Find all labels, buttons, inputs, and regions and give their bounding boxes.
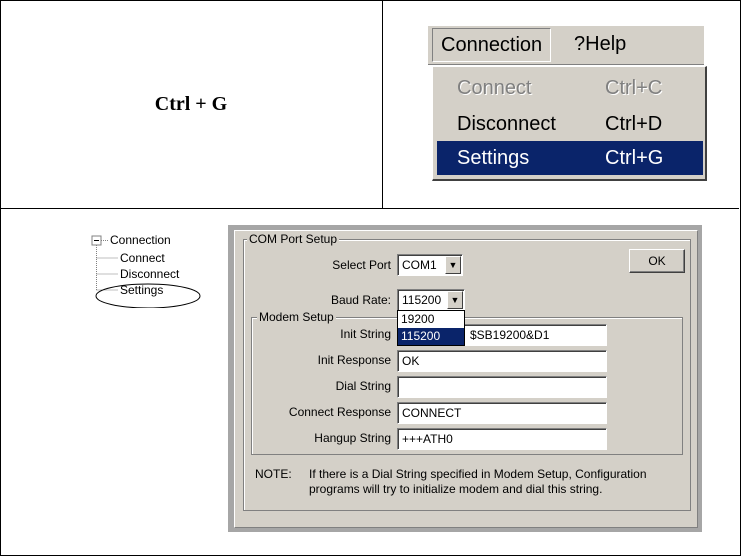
baud-rate-label: Baud Rate:	[330, 293, 391, 307]
dial-string-label: Dial String	[335, 379, 391, 393]
connection-dropdown: Connect Ctrl+C Disconnect Ctrl+D Setting…	[432, 66, 707, 181]
shortcut-label: Ctrl + G	[154, 92, 228, 115]
note-line-2: programs will try to initialize modem an…	[309, 482, 603, 496]
menu-item-label: Settings	[457, 147, 530, 169]
ok-button[interactable]: OK	[629, 249, 685, 273]
init-string-value: $SB19200&D1	[470, 328, 550, 342]
hangup-string-label: Hangup String	[314, 431, 391, 445]
tree-item-connect[interactable]: Connect	[120, 251, 165, 265]
init-response-label: Init Response	[317, 353, 391, 367]
menu-item-label: Connect	[457, 77, 532, 99]
note-prefix: NOTE:	[255, 467, 292, 481]
baud-rate-options[interactable]: 19200 115200	[397, 310, 465, 346]
select-port-label: Select Port	[332, 258, 391, 272]
connect-response-field[interactable]: CONNECT	[397, 402, 607, 424]
connect-response-label: Connect Response	[288, 405, 391, 419]
chevron-down-icon[interactable]: ▼	[447, 291, 463, 309]
row-divider	[0, 208, 739, 209]
menu-help[interactable]: ?Help	[566, 28, 634, 60]
baud-rate-value: 115200	[402, 293, 442, 307]
menu-item-connect[interactable]: Connect Ctrl+C	[437, 71, 703, 105]
menu-item-shortcut: Ctrl+C	[605, 77, 663, 99]
note-line-1: If there is a Dial String specified in M…	[309, 467, 647, 481]
dial-string-field[interactable]	[397, 376, 607, 398]
connection-tree: Connection Connect Disconnect Settings	[88, 228, 206, 308]
tree-item-settings[interactable]: Settings	[120, 283, 163, 297]
chevron-down-icon[interactable]: ▼	[445, 256, 461, 274]
connection-menu-screenshot: Connection ?Help Connect Ctrl+C Disconne…	[428, 26, 707, 181]
hangup-string-value: +++ATH0	[402, 432, 453, 446]
baud-option-19200[interactable]: 19200	[398, 311, 464, 328]
modem-setup-title: Modem Setup	[257, 310, 336, 324]
com-port-setup-title: COM Port Setup	[247, 232, 340, 246]
init-response-field[interactable]: OK	[397, 350, 607, 372]
settings-panel: COM Port Setup Select Port COM1 ▼ OK Bau…	[234, 230, 698, 528]
select-port-combo[interactable]: COM1 ▼	[397, 254, 463, 276]
menu-item-shortcut: Ctrl+G	[605, 147, 664, 169]
menu-bar: Connection ?Help	[428, 26, 704, 65]
hangup-string-field[interactable]: +++ATH0	[397, 428, 607, 450]
menu-item-disconnect[interactable]: Disconnect Ctrl+D	[437, 107, 703, 141]
select-port-value: COM1	[402, 258, 437, 272]
menu-item-shortcut: Ctrl+D	[605, 113, 663, 135]
tree-item-disconnect[interactable]: Disconnect	[120, 267, 179, 281]
init-response-value: OK	[402, 354, 420, 368]
column-divider	[382, 0, 383, 208]
menu-item-label: Disconnect	[457, 113, 556, 135]
baud-option-115200[interactable]: 115200	[398, 328, 464, 345]
init-string-label: Init String	[340, 327, 391, 341]
menu-item-settings[interactable]: Settings Ctrl+G	[437, 141, 703, 175]
menu-connection[interactable]: Connection	[432, 28, 552, 62]
tree-item-connection[interactable]: Connection	[110, 233, 171, 247]
baud-rate-combo[interactable]: 115200 ▼	[397, 289, 465, 311]
connect-response-value: CONNECT	[402, 406, 462, 420]
